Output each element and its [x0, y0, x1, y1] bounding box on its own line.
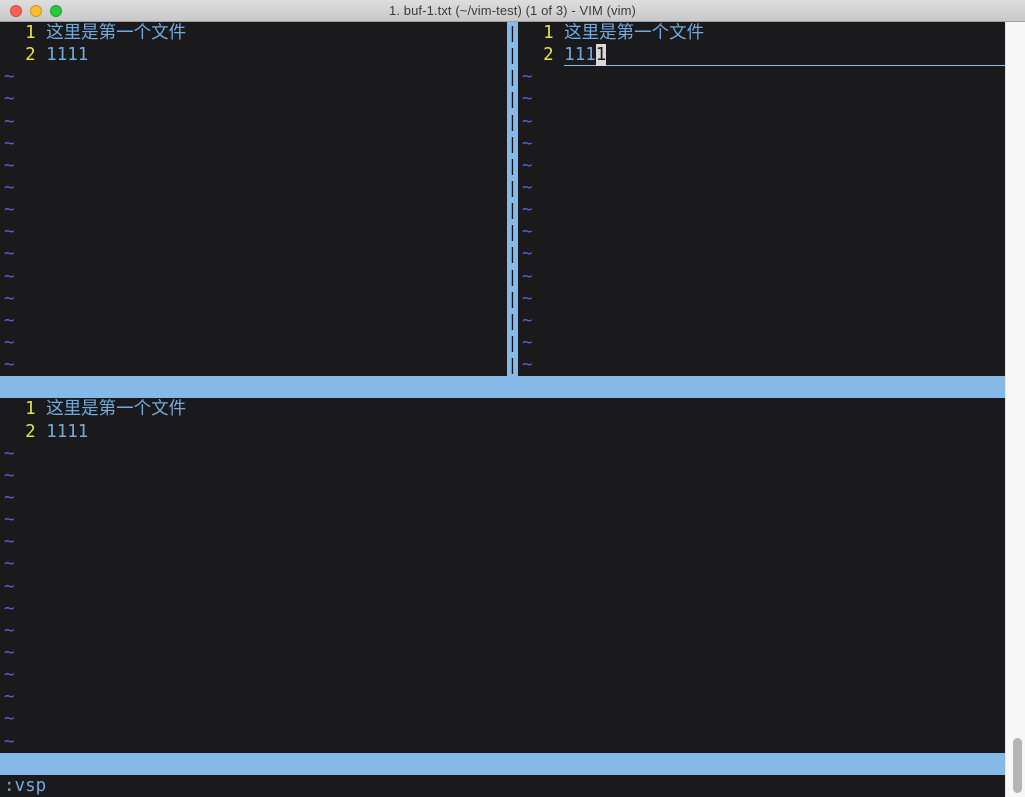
buffer-line: 1 这里是第一个文件 [0, 398, 1005, 420]
tilde-row: ~ [0, 111, 507, 133]
tilde-row: ~ [0, 686, 1005, 708]
buffer-line: 1 这里是第一个文件 [0, 22, 507, 44]
separator-glyph: | [507, 221, 518, 243]
separator-glyph: | [507, 177, 518, 199]
tilde-row: ~ [0, 332, 507, 354]
separator-glyph: | [507, 332, 518, 354]
buffer-text: 111 [564, 45, 596, 65]
vertical-split-separator[interactable]: |||||||||||||||| [507, 22, 518, 376]
cursor-line: 2 1111 [518, 44, 1005, 66]
buffer-text: 1111 [46, 45, 88, 65]
pane-bottom[interactable]: 1 这里是第一个文件 2 1111 ~~~~~~~~~~~~~~ [0, 398, 1005, 752]
tilde-row: ~ [0, 354, 507, 376]
buffer-text: 这里是第一个文件 [46, 23, 186, 43]
tilde-row: ~ [518, 266, 1005, 288]
tilde-row: ~ [518, 177, 1005, 199]
tilde-row: ~ [0, 88, 507, 110]
text-cursor-block: 1 [596, 44, 607, 66]
top-split-region: 1 这里是第一个文件 2 1111 ~~~~~~~~~~~~~~ |||||||… [0, 22, 1005, 376]
tilde-row: ~ [0, 642, 1005, 664]
tilde-row: ~ [518, 111, 1005, 133]
tilde-row: ~ [518, 243, 1005, 265]
tilde-row: ~ [518, 155, 1005, 177]
tilde-row: ~ [0, 199, 507, 221]
status-bar-bottom: ./buf-1.txt [0, 753, 1005, 775]
separator-glyph: | [507, 243, 518, 265]
tilde-row: ~ [0, 708, 1005, 730]
tilde-row: ~ [0, 243, 507, 265]
command-line[interactable]: :vsp [0, 775, 1005, 797]
scrollbar-thumb[interactable] [1013, 738, 1022, 793]
pane-top-left[interactable]: 1 这里是第一个文件 2 1111 ~~~~~~~~~~~~~~ [0, 22, 507, 376]
separator-glyph: | [507, 288, 518, 310]
line-number: 2 [4, 422, 46, 442]
zoom-button[interactable] [50, 5, 62, 17]
tilde-row: ~ [518, 88, 1005, 110]
tilde-row: ~ [518, 288, 1005, 310]
separator-glyph: | [507, 199, 518, 221]
tilde-row: ~ [518, 310, 1005, 332]
separator-glyph: | [507, 44, 518, 66]
empty-buffer-lines: ~~~~~~~~~~~~~~ [518, 66, 1005, 376]
separator-glyph: | [507, 66, 518, 88]
separator-glyph: | [507, 22, 518, 44]
tilde-row: ~ [0, 288, 507, 310]
empty-buffer-lines: ~~~~~~~~~~~~~~ [0, 66, 507, 376]
tilde-row: ~ [0, 177, 507, 199]
tilde-row: ~ [518, 332, 1005, 354]
buffer-line: 1 这里是第一个文件 [518, 22, 1005, 44]
tilde-row: ~ [0, 531, 1005, 553]
tilde-row: ~ [0, 664, 1005, 686]
close-button[interactable] [10, 5, 22, 17]
tilde-row: ~ [0, 221, 507, 243]
tilde-row: ~ [0, 509, 1005, 531]
separator-glyph: | [507, 266, 518, 288]
line-number: 1 [4, 23, 46, 43]
traffic-lights [10, 5, 62, 17]
tilde-row: ~ [0, 620, 1005, 642]
tilde-row: ~ [0, 266, 507, 288]
buffer-line: 2 1111 [0, 44, 507, 66]
cursorline-underline: 1111 [564, 44, 1005, 66]
separator-glyph: | [507, 155, 518, 177]
empty-buffer-lines: ~~~~~~~~~~~~~~ [0, 443, 1005, 753]
buffer-text: 这里是第一个文件 [46, 399, 186, 419]
separator-glyph: | [507, 310, 518, 332]
tilde-row: ~ [0, 465, 1005, 487]
titlebar[interactable]: 1. buf-1.txt (~/vim-test) (1 of 3) - VIM… [0, 0, 1025, 22]
separator-glyph: | [507, 354, 518, 376]
tilde-row: ~ [0, 598, 1005, 620]
tilde-row: ~ [518, 221, 1005, 243]
window-title: 1. buf-1.txt (~/vim-test) (1 of 3) - VIM… [389, 3, 636, 18]
buffer-text: 这里是第一个文件 [564, 23, 704, 43]
separator-glyph: | [507, 133, 518, 155]
tilde-row: ~ [518, 66, 1005, 88]
vim-terminal: 1 这里是第一个文件 2 1111 ~~~~~~~~~~~~~~ |||||||… [0, 22, 1005, 797]
line-number: 1 [4, 399, 46, 419]
tilde-row: ~ [518, 199, 1005, 221]
line-number: 1 [522, 23, 564, 43]
tilde-row: ~ [0, 576, 1005, 598]
tilde-row: ~ [0, 155, 507, 177]
tilde-row: ~ [0, 731, 1005, 753]
buffer-text: 1111 [46, 422, 88, 442]
buffer-line: 2 1111 [0, 421, 1005, 443]
tilde-row: ~ [0, 487, 1005, 509]
line-number: 2 [522, 44, 564, 66]
scrollbar-track[interactable] [1005, 22, 1025, 797]
tilde-row: ~ [0, 443, 1005, 465]
tilde-row: ~ [0, 66, 507, 88]
tilde-row: ~ [0, 553, 1005, 575]
line-number: 2 [4, 45, 46, 65]
tilde-row: ~ [518, 354, 1005, 376]
pane-top-right[interactable]: 1 这里是第一个文件 2 1111 ~~~~~~~~~~~~~~ [518, 22, 1005, 376]
vim-app-window: 1. buf-1.txt (~/vim-test) (1 of 3) - VIM… [0, 0, 1025, 797]
separator-glyph: | [507, 88, 518, 110]
tilde-row: ~ [518, 133, 1005, 155]
tilde-row: ~ [0, 133, 507, 155]
separator-glyph: | [507, 111, 518, 133]
status-bar-top: ./buf-1.txt ./buf-1.txt [0, 376, 1005, 398]
tilde-row: ~ [0, 310, 507, 332]
minimize-button[interactable] [30, 5, 42, 17]
